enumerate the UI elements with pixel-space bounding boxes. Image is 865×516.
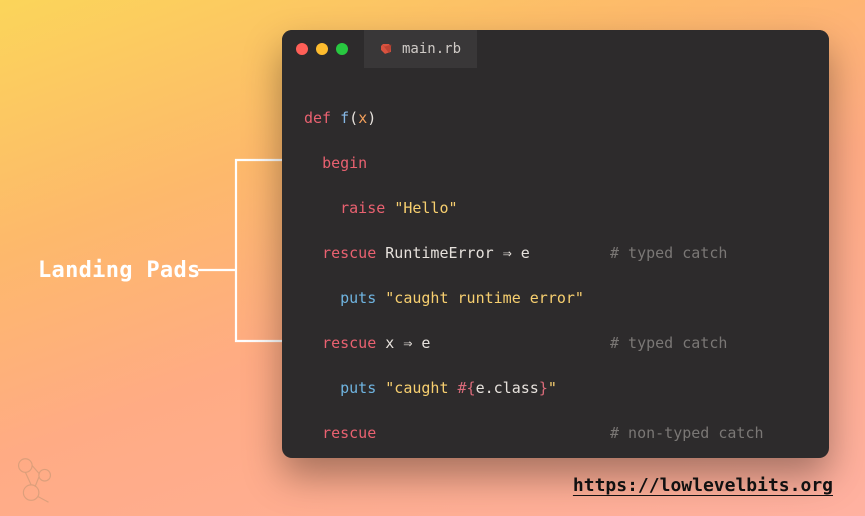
code-line: puts "caught #{e.class}" xyxy=(304,377,807,400)
minimize-icon[interactable] xyxy=(316,43,328,55)
window-controls xyxy=(296,43,348,55)
comment-non-typed-catch: # non-typed catch xyxy=(610,422,764,445)
code-area: def f(x) begin raise "Hello" rescue Runt… xyxy=(282,68,829,458)
titlebar: main.rb xyxy=(282,30,829,68)
close-icon[interactable] xyxy=(296,43,308,55)
source-link[interactable]: https://lowlevelbits.org xyxy=(573,475,833,496)
editor-window: main.rb def f(x) begin raise "Hello" res… xyxy=(282,30,829,458)
ruby-icon xyxy=(380,42,394,56)
landing-pads-label: Landing Pads xyxy=(38,258,201,283)
code-line: rescue x ⇒ e# typed catch xyxy=(304,332,807,355)
code-line: rescue# non-typed catch xyxy=(304,422,807,445)
comment-typed-catch: # typed catch xyxy=(610,332,727,355)
code-line: def f(x) xyxy=(304,107,807,130)
code-line: raise "Hello" xyxy=(304,197,807,220)
code-line: rescue RuntimeError ⇒ e# typed catch xyxy=(304,242,807,265)
code-line: puts "caught runtime error" xyxy=(304,287,807,310)
file-tab[interactable]: main.rb xyxy=(364,30,477,68)
comment-typed-catch: # typed catch xyxy=(610,242,727,265)
code-line: begin xyxy=(304,152,807,175)
decorative-doodle-icon xyxy=(6,452,64,510)
filename: main.rb xyxy=(402,41,461,57)
zoom-icon[interactable] xyxy=(336,43,348,55)
